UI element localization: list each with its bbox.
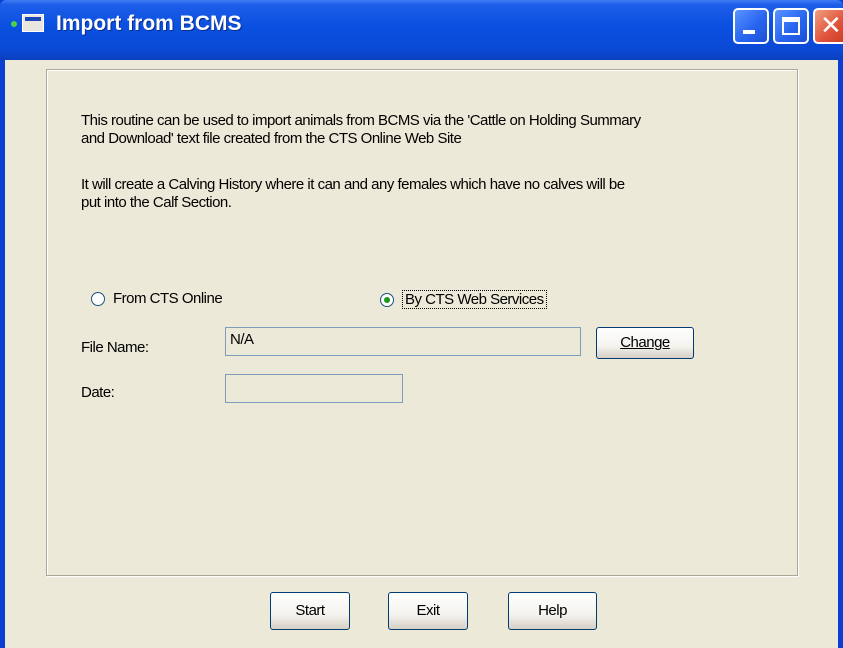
description-line: put into the Calf Section. xyxy=(81,194,232,211)
radio-from-ctsonline[interactable]: From CTS Online xyxy=(91,290,223,307)
description-paragraph-2: It will create a Calving History where i… xyxy=(81,176,791,212)
close-icon: ✕ xyxy=(820,11,842,41)
close-button[interactable]: ✕ xyxy=(813,8,843,44)
radio-label: By CTS Web Services xyxy=(402,290,547,309)
radio-label: From CTS Online xyxy=(113,290,223,307)
title-bar[interactable]: Import from BCMS ✕ xyxy=(0,0,843,60)
minimize-button[interactable] xyxy=(733,8,769,44)
maximize-button[interactable] xyxy=(773,8,809,44)
filename-label: File Name: xyxy=(81,339,149,356)
minimize-icon xyxy=(743,30,755,34)
radio-button-icon[interactable] xyxy=(91,291,105,306)
radio-by-web-services[interactable]: By CTS Web Services xyxy=(380,290,547,309)
maximize-icon xyxy=(782,17,800,35)
help-button[interactable]: Help xyxy=(508,592,597,630)
app-icon xyxy=(11,14,44,32)
window-title: Import from BCMS xyxy=(56,12,242,35)
start-button[interactable]: Start xyxy=(270,592,350,630)
description-line: It will create a Calving History where i… xyxy=(81,176,625,193)
date-field[interactable] xyxy=(225,374,403,403)
import-window: Import from BCMS ✕ This routine can be u… xyxy=(0,0,843,648)
description-paragraph-1: This routine can be used to import anima… xyxy=(81,112,791,148)
filename-field[interactable]: N/A xyxy=(225,327,581,356)
change-button[interactable]: Change xyxy=(596,327,694,359)
dialog-client-area: This routine can be used to import anima… xyxy=(5,60,838,648)
date-label: Date: xyxy=(81,384,115,401)
change-button-label: Change xyxy=(620,334,670,351)
exit-button[interactable]: Exit xyxy=(388,592,468,630)
description-line: This routine can be used to import anima… xyxy=(81,112,641,129)
description-line: and Download' text file created from the… xyxy=(81,130,462,147)
radio-button-selected-icon[interactable] xyxy=(380,292,394,307)
